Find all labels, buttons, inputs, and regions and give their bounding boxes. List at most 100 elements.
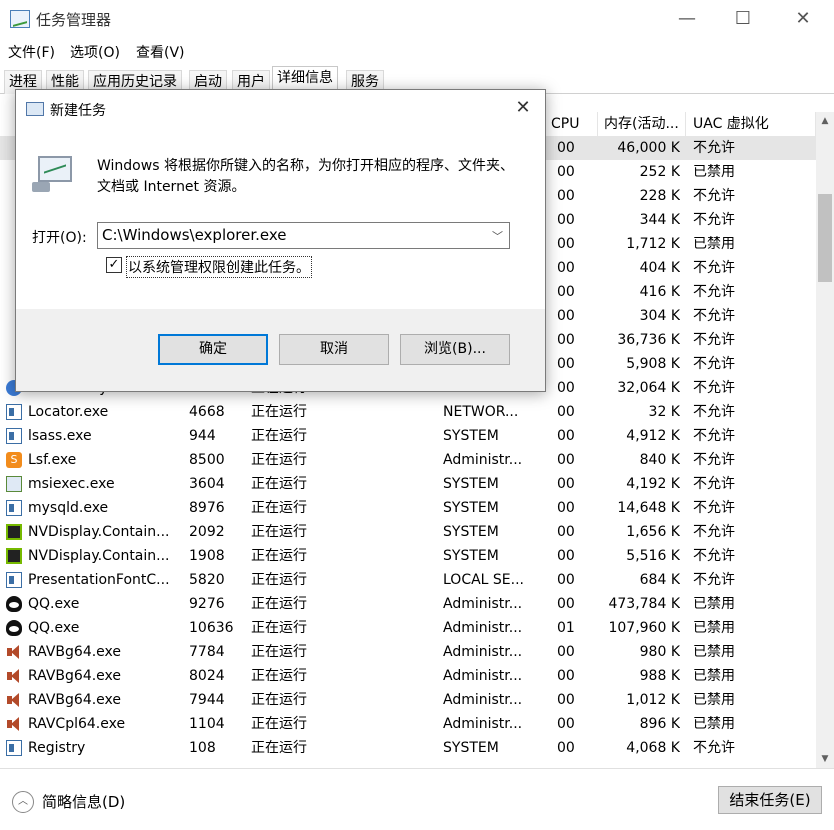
- table-row[interactable]: Locator.exe 4668 正在运行 NETWOR... 00 32 K 不允许: [0, 400, 816, 424]
- process-status: 正在运行: [251, 404, 307, 420]
- fewer-details-link[interactable]: 简略信息(D): [42, 791, 125, 812]
- admin-checkbox[interactable]: ✓: [106, 257, 122, 273]
- minimize-button[interactable]: —: [664, 0, 710, 38]
- close-button[interactable]: ✕: [780, 0, 826, 38]
- process-cpu: 00: [557, 140, 575, 156]
- process-status: 正在运行: [251, 596, 307, 612]
- process-status: 正在运行: [251, 668, 307, 684]
- nv-process-icon: [6, 524, 22, 540]
- open-combobox[interactable]: C:\Windows\explorer.exe ﹀: [97, 222, 510, 249]
- scrollbar-thumb[interactable]: [818, 194, 832, 282]
- vertical-scrollbar[interactable]: ▲ ▼: [816, 112, 834, 768]
- process-uac: 已禁用: [693, 164, 735, 180]
- process-user: Administr...: [443, 644, 523, 660]
- table-row[interactable]: msiexec.exe 3604 正在运行 SYSTEM 00 4,192 K 不允许: [0, 472, 816, 496]
- process-cpu: 00: [557, 452, 575, 468]
- process-uac: 不允许: [693, 212, 735, 228]
- process-memory: 344 K: [639, 212, 680, 228]
- process-pid: 7784: [189, 644, 225, 660]
- table-row[interactable]: RAVBg64.exe 7784 正在运行 Administr... 00 980 K 已禁…: [0, 640, 816, 664]
- process-memory: 980 K: [639, 644, 680, 660]
- process-pid: 1908: [189, 548, 225, 564]
- end-task-button[interactable]: 结束任务(E): [718, 786, 822, 814]
- process-memory: 473,784 K: [608, 596, 680, 612]
- table-row[interactable]: S Lsf.exe 8500 正在运行 Administr... 00 840 K 不允许: [0, 448, 816, 472]
- table-row[interactable]: RAVCpl64.exe 1104 正在运行 Administr... 00 896 K 已…: [0, 712, 816, 736]
- lsf-process-icon: S: [6, 452, 22, 468]
- process-uac: 不允许: [693, 284, 735, 300]
- table-row[interactable]: mysqld.exe 8976 正在运行 SYSTEM 00 14,648 K 不允许: [0, 496, 816, 520]
- column-header-memory[interactable]: 内存(活动...: [598, 112, 686, 136]
- process-pid: 5820: [189, 572, 225, 588]
- process-cpu: 00: [557, 668, 575, 684]
- admin-checkbox-label[interactable]: 以系统管理权限创建此任务。: [126, 256, 312, 278]
- process-memory: 14,648 K: [617, 500, 680, 516]
- scroll-down-arrow-icon[interactable]: ▼: [816, 750, 834, 768]
- table-row[interactable]: lsass.exe 944 正在运行 SYSTEM 00 4,912 K 不允许: [0, 424, 816, 448]
- table-row[interactable]: NVDisplay.Contain... 1908 正在运行 SYSTEM 00 5,51…: [0, 544, 816, 568]
- process-pid: 9276: [189, 596, 225, 612]
- process-cpu: 00: [557, 356, 575, 372]
- chevron-up-icon[interactable]: ︿: [12, 791, 34, 813]
- win-process-icon: [6, 500, 22, 516]
- process-status: 正在运行: [251, 740, 307, 756]
- dialog-close-button[interactable]: ✕: [511, 96, 535, 120]
- win-process-icon: [6, 740, 22, 756]
- process-pid: 8024: [189, 668, 225, 684]
- menu-file[interactable]: 文件(F): [8, 42, 55, 62]
- process-name: Locator.exe: [28, 404, 109, 420]
- process-status: 正在运行: [251, 644, 307, 660]
- scroll-up-arrow-icon[interactable]: ▲: [816, 112, 834, 130]
- process-pid: 4668: [189, 404, 225, 420]
- browse-button[interactable]: 浏览(B)...: [400, 334, 510, 365]
- table-row[interactable]: NVDisplay.Contain... 2092 正在运行 SYSTEM 00 1,65…: [0, 520, 816, 544]
- table-row[interactable]: RAVBg64.exe 7944 正在运行 Administr... 00 1,012 K…: [0, 688, 816, 712]
- process-memory: 107,960 K: [608, 620, 680, 636]
- spk-process-icon: [6, 668, 22, 684]
- process-uac: 不允许: [693, 188, 735, 204]
- window-title: 任务管理器: [36, 11, 112, 29]
- column-header-cpu[interactable]: CPU: [546, 112, 598, 136]
- open-combobox-value[interactable]: C:\Windows\explorer.exe: [102, 226, 287, 244]
- table-row[interactable]: QQ.exe 9276 正在运行 Administr... 00 473,784 K 已禁用: [0, 592, 816, 616]
- process-name: msiexec.exe: [28, 476, 115, 492]
- process-uac: 不允许: [693, 380, 735, 396]
- process-name: Lsf.exe: [28, 452, 77, 468]
- chevron-down-icon[interactable]: ﹀: [492, 228, 503, 244]
- process-memory: 416 K: [639, 284, 680, 300]
- menu-view[interactable]: 查看(V): [136, 42, 185, 62]
- process-user: LOCAL SE...: [443, 572, 525, 588]
- process-uac: 不允许: [693, 524, 735, 540]
- process-uac: 已禁用: [693, 692, 735, 708]
- table-row[interactable]: RAVBg64.exe 8024 正在运行 Administr... 00 988 K 已禁…: [0, 664, 816, 688]
- process-user: Administr...: [443, 692, 523, 708]
- process-cpu: 01: [557, 620, 575, 636]
- column-header-uac[interactable]: UAC 虚拟化: [686, 112, 816, 136]
- title-bar: 任务管理器 — ☐ ✕: [0, 0, 834, 38]
- process-user: SYSTEM: [443, 500, 499, 516]
- table-row[interactable]: QQ.exe 10636 正在运行 Administr... 01 107,960 K 已禁…: [0, 616, 816, 640]
- process-cpu: 00: [557, 644, 575, 660]
- process-name: Registry: [28, 740, 86, 756]
- process-user: Administr...: [443, 620, 523, 636]
- table-row[interactable]: Registry 108 正在运行 SYSTEM 00 4,068 K 不允许: [0, 736, 816, 760]
- ok-button[interactable]: 确定: [158, 334, 268, 365]
- process-name: mysqld.exe: [28, 500, 109, 516]
- spk-process-icon: [6, 692, 22, 708]
- process-cpu: 00: [557, 596, 575, 612]
- spk-process-icon: [6, 716, 22, 732]
- table-row[interactable]: PresentationFontC... 5820 正在运行 LOCAL SE... 0…: [0, 568, 816, 592]
- run-icon: [26, 102, 44, 116]
- cancel-button[interactable]: 取消: [279, 334, 389, 365]
- win-process-icon: [6, 572, 22, 588]
- process-cpu: 00: [557, 188, 575, 204]
- process-uac: 已禁用: [693, 716, 735, 732]
- process-uac: 已禁用: [693, 236, 735, 252]
- process-cpu: 00: [557, 236, 575, 252]
- process-cpu: 00: [557, 428, 575, 444]
- task-manager-icon: [10, 10, 30, 28]
- process-uac: 已禁用: [693, 668, 735, 684]
- process-pid: 7944: [189, 692, 225, 708]
- maximize-button[interactable]: ☐: [720, 0, 766, 38]
- menu-options[interactable]: 选项(O): [70, 42, 120, 62]
